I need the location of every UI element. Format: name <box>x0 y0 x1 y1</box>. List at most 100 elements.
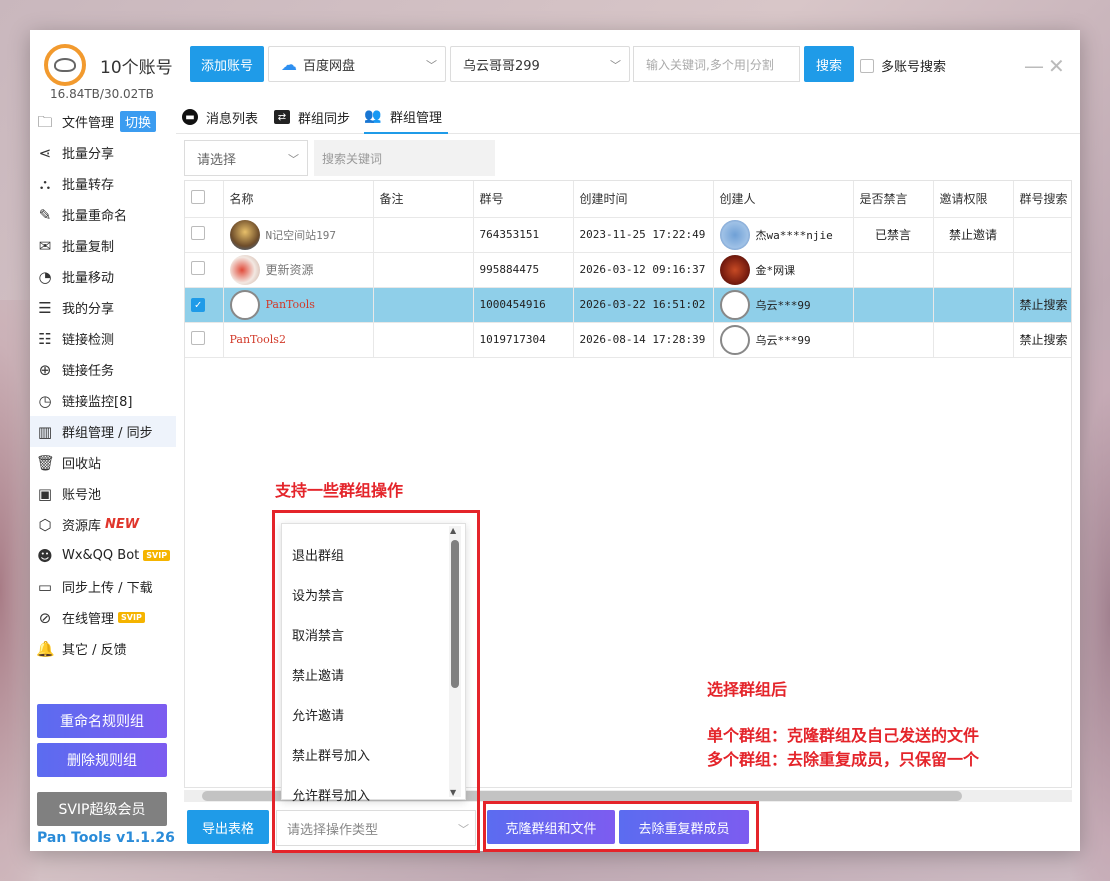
option-set-mute[interactable]: 设为禁言 <box>282 574 465 614</box>
group-icon: ▥ <box>37 422 53 441</box>
sidebar-item-sync[interactable]: ▭ 同步上传 / 下载 <box>30 571 176 602</box>
header-search[interactable]: 群号搜索 <box>1013 181 1071 218</box>
search-button[interactable]: 搜索 <box>804 46 854 82</box>
storage-usage: 16.84TB/30.02TB <box>50 87 154 101</box>
message-icon: ▬ <box>182 109 198 125</box>
option-allow-invite[interactable]: 允许邀请 <box>282 694 465 734</box>
tab-group-sync[interactable]: ⇄ 群组同步 <box>274 100 350 134</box>
toolbar: 添加账号 ☁ 百度网盘 ﹀ 乌云哥哥299 ﹀ 输入关键词,多个用|分割 搜索 … <box>176 30 1080 100</box>
header-created-time[interactable]: 创建时间 <box>573 181 714 218</box>
clone-group-button[interactable]: 克隆群组和文件 <box>487 810 615 844</box>
option-allow-id-join[interactable]: 允许群号加入 <box>282 774 465 814</box>
rename-rule-button[interactable]: 重命名规则组 <box>37 704 167 738</box>
header-group-id[interactable]: 群号 <box>473 181 574 218</box>
sidebar-item-batch-share[interactable]: ⋖ 批量分享 <box>30 137 176 168</box>
move-icon: ◔ <box>38 267 52 286</box>
option-leave-group[interactable]: 退出群组 <box>282 534 465 574</box>
row-checkbox[interactable] <box>191 261 205 275</box>
users-icon: 👥 <box>364 108 382 124</box>
transfer-icon: ⛬ <box>39 174 51 193</box>
annotation-after-select: 选择群组后 <box>707 680 788 699</box>
annotation-single: 单个群组：克隆群组及自己发送的文件 <box>707 726 980 745</box>
cloud-select[interactable]: ☁ 百度网盘 ﹀ <box>268 46 446 82</box>
switch-button[interactable]: 切换 <box>120 111 157 132</box>
delete-rule-button[interactable]: 删除规则组 <box>37 743 167 777</box>
sidebar-item-batch-transfer[interactable]: ⛬ 批量转存 <box>30 168 176 199</box>
option-forbid-id-join[interactable]: 禁止群号加入 <box>282 734 465 774</box>
sidebar-item-recycle[interactable]: 🗑 回收站 <box>30 447 176 478</box>
operation-type-select[interactable]: 请选择操作类型 ﹀ <box>276 810 476 846</box>
sidebar-item-batch-rename[interactable]: ✎ 批量重命名 <box>30 199 176 230</box>
close-icon[interactable]: ✕ <box>1048 54 1065 78</box>
my-share-icon: ☰ <box>38 298 52 317</box>
sidebar-item-my-share[interactable]: ☰ 我的分享 <box>30 292 176 323</box>
table-row[interactable]: N记空间站197 764353151 2023-11-25 17:22:49 杰… <box>185 217 1071 253</box>
multi-search-checkbox[interactable] <box>860 58 874 73</box>
multi-account-search[interactable]: 多账号搜索 <box>860 56 946 75</box>
row-checkbox[interactable] <box>191 226 205 240</box>
export-table-button[interactable]: 导出表格 <box>187 810 269 844</box>
sidebar-item-link-check[interactable]: ☷ 链接检测 <box>30 323 176 354</box>
tab-group-manage[interactable]: 👥 群组管理 <box>364 100 449 134</box>
sidebar-item-batch-move[interactable]: ◔ 批量移动 <box>30 261 176 292</box>
annotation-ops-title: 支持一些群组操作 <box>275 481 404 500</box>
select-all-checkbox[interactable] <box>191 190 205 205</box>
header-invite[interactable]: 邀请权限 <box>933 181 1014 218</box>
search-input[interactable]: 输入关键词,多个用|分割 <box>633 46 800 82</box>
sidebar-item-link-task[interactable]: ⊕ 链接任务 <box>30 354 176 385</box>
add-account-button[interactable]: 添加账号 <box>190 46 264 82</box>
operation-dropdown: 退出群组 设为禁言 取消禁言 禁止邀请 允许邀请 禁止群号加入 允许群号加入 ▲… <box>281 523 466 804</box>
row-checkbox-checked[interactable]: ✓ <box>191 297 205 312</box>
trash-icon: 🗑 <box>36 453 56 472</box>
scroll-down-icon[interactable]: ▼ <box>450 788 456 797</box>
annotation-multi: 多个群组：去除重复成员，只保留一个 <box>707 750 980 769</box>
sidebar-item-resource[interactable]: ⬡ 资源库 NEW <box>30 509 176 540</box>
new-tag: NEW <box>105 517 140 532</box>
header-creator[interactable]: 创建人 <box>713 181 854 218</box>
filter-search-input[interactable]: 搜索关键词 <box>314 140 495 176</box>
baidu-cloud-icon: ☁ <box>281 54 297 74</box>
svip-button[interactable]: SVIP超级会员 <box>37 792 167 826</box>
header-name[interactable]: 名称 <box>223 181 374 218</box>
option-forbid-invite[interactable]: 禁止邀请 <box>282 654 465 694</box>
sidebar-item-file-manage[interactable]: 🗀 文件管理 切换 <box>30 106 176 137</box>
share-icon: ⋖ <box>38 143 52 162</box>
link-check-icon: ☷ <box>38 329 52 348</box>
link-task-icon: ⊕ <box>38 360 52 379</box>
table-row[interactable]: PanTools2 1019717304 2026-08-14 17:28:39… <box>185 322 1071 358</box>
select-all-cell[interactable] <box>185 181 224 218</box>
app-logo <box>44 44 86 86</box>
table-row[interactable]: 更新资源 995884475 2026-03-12 09:16:37 金*网课 <box>185 252 1071 288</box>
sidebar-item-account-pool[interactable]: ▣ 账号池 <box>30 478 176 509</box>
scroll-up-icon[interactable]: ▲ <box>450 526 456 535</box>
user-select[interactable]: 乌云哥哥299 ﹀ <box>450 46 630 82</box>
group-avatar <box>229 219 260 250</box>
link-monitor-icon: ◷ <box>38 391 52 410</box>
sidebar-item-online[interactable]: ⊘ 在线管理 SVIP <box>30 602 176 633</box>
logo-row: 10个账号 <box>44 44 173 86</box>
sidebar-item-group-manage[interactable]: ▥ 群组管理 / 同步 <box>30 416 176 447</box>
copy-icon: ✉ <box>38 236 52 255</box>
sidebar-item-other[interactable]: 🔔 其它 / 反馈 <box>30 633 176 664</box>
tab-message-list[interactable]: ▬ 消息列表 <box>182 100 258 134</box>
sidebar-item-batch-copy[interactable]: ✉ 批量复制 <box>30 230 176 261</box>
sync-arrows-icon: ⇄ <box>274 110 290 124</box>
table-row-selected[interactable]: ✓ PanTools 1000454916 2026-03-22 16:51:0… <box>185 287 1071 323</box>
option-cancel-mute[interactable]: 取消禁言 <box>282 614 465 654</box>
sidebar-item-bot[interactable]: ☻ Wx&QQ Bot SVIP <box>30 540 176 571</box>
svip-tag: SVIP <box>143 550 171 561</box>
row-checkbox[interactable] <box>191 331 205 345</box>
filter-select[interactable]: 请选择 ﹀ <box>184 140 308 176</box>
dropdown-scrollbar[interactable]: ▲ ▼ <box>449 526 461 797</box>
chevron-down-icon: ﹀ <box>458 823 469 836</box>
creator-avatar <box>719 289 750 320</box>
header-mute[interactable]: 是否禁言 <box>853 181 934 218</box>
creator-avatar <box>719 254 750 285</box>
header-note[interactable]: 备注 <box>373 181 474 218</box>
sidebar-item-link-monitor[interactable]: ◷ 链接监控[8] <box>30 385 176 416</box>
minimize-icon[interactable]: — <box>1024 54 1044 78</box>
dropdown-scroll-thumb[interactable] <box>451 540 459 688</box>
chevron-down-icon: ﹀ <box>610 59 621 72</box>
account-count[interactable]: 10个账号 <box>100 53 173 78</box>
dedupe-members-button[interactable]: 去除重复群成员 <box>619 810 749 844</box>
